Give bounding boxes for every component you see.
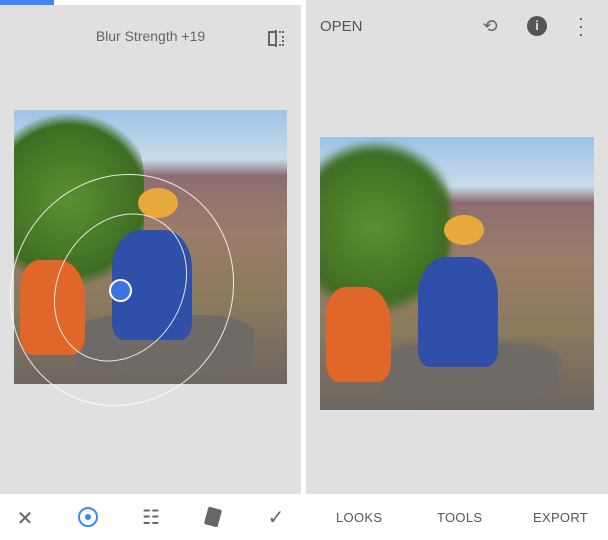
check-icon[interactable]: ✓	[264, 505, 288, 529]
close-icon[interactable]: ✕	[13, 506, 37, 530]
tab-looks[interactable]: LOOKS	[336, 510, 382, 525]
adjust-sliders-icon[interactable]: ☷	[139, 505, 163, 529]
tab-tools[interactable]: TOOLS	[437, 510, 482, 525]
style-cards-icon[interactable]	[203, 506, 223, 528]
focus-point-icon[interactable]	[78, 507, 98, 527]
blur-strength-label: Blur Strength +19	[95, 28, 206, 44]
more-vert-icon[interactable]: · · ·	[576, 9, 586, 43]
open-button[interactable]: OPEN	[320, 18, 363, 35]
preview-photo	[320, 137, 594, 410]
blur-center-handle[interactable]	[109, 279, 132, 302]
tab-export[interactable]: EXPORT	[533, 510, 588, 525]
undo-stack-icon[interactable]: ⟲	[478, 14, 502, 38]
compare-icon[interactable]	[266, 30, 286, 48]
info-icon[interactable]: i	[527, 16, 547, 36]
